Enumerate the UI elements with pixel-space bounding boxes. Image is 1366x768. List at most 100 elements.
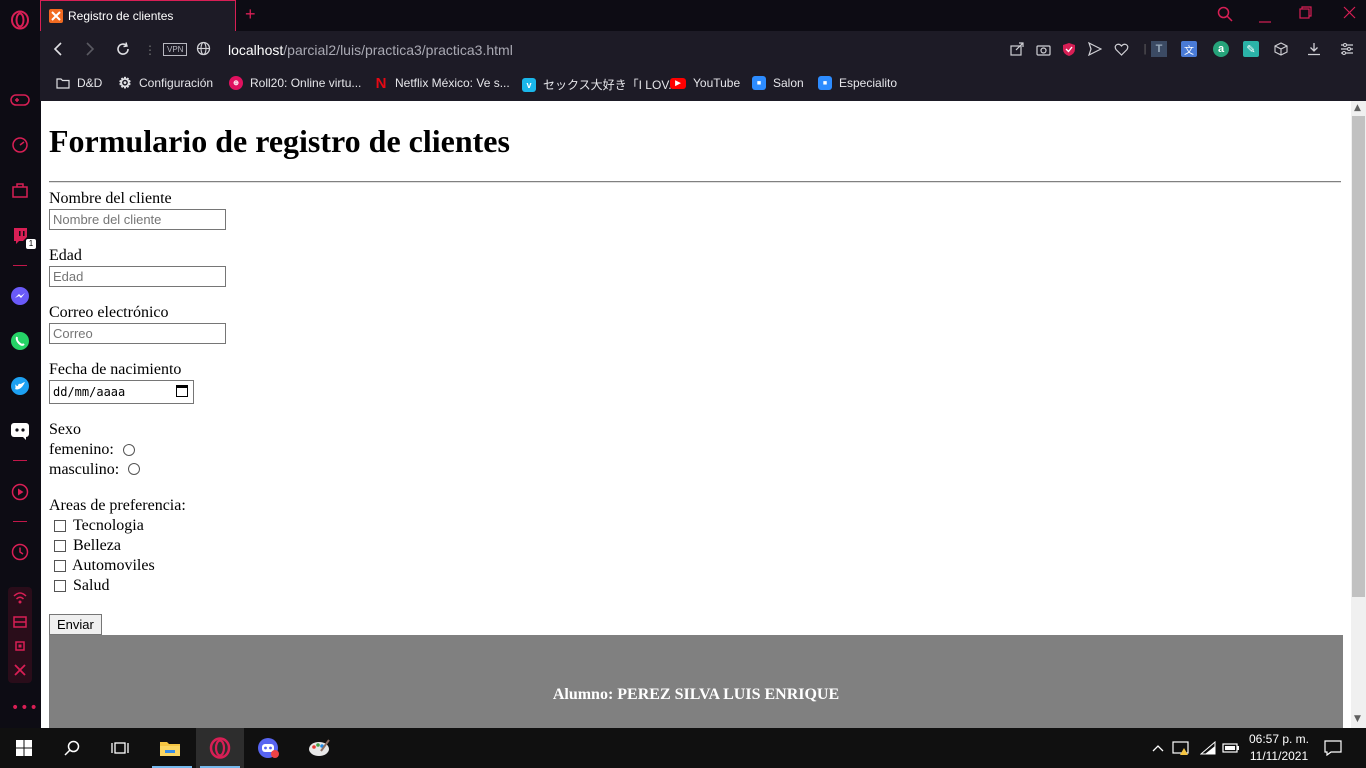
automoviles-checkbox[interactable]	[54, 560, 66, 572]
nombre-input[interactable]	[49, 209, 226, 230]
easy-setup-icon[interactable]	[1339, 41, 1355, 57]
tab-registro[interactable]: Registro de clientes	[40, 0, 236, 31]
back-icon[interactable]	[52, 41, 64, 61]
femenino-radio[interactable]	[123, 444, 135, 456]
shop-icon[interactable]	[10, 180, 30, 200]
snapshot-camera-icon[interactable]	[1035, 41, 1051, 57]
more-icon[interactable]: •••	[11, 700, 39, 716]
scroll-up-icon[interactable]: ▲	[1354, 103, 1361, 113]
search-icon[interactable]	[60, 736, 84, 760]
bookmark-dnd[interactable]: D&D	[56, 76, 102, 90]
fecha-label: Fecha de nacimiento	[49, 361, 182, 378]
sidebar-separator	[13, 265, 27, 266]
discord-icon[interactable]	[10, 421, 30, 441]
opera-logo-icon[interactable]	[10, 10, 30, 30]
notifications-icon[interactable]	[1321, 736, 1345, 760]
file-explorer-icon[interactable]	[158, 736, 182, 760]
bookmark-netflix[interactable]: N Netflix México: Ve s...	[374, 75, 510, 92]
bookmark-label: YouTube	[693, 76, 741, 90]
gx-control-group	[8, 587, 32, 683]
url-field[interactable]: localhost/parcial2/luis/practica3/practi…	[228, 42, 513, 58]
reload-icon[interactable]	[115, 41, 131, 61]
url-host: localhost	[228, 42, 284, 58]
calendar-icon[interactable]	[176, 385, 188, 397]
vpn-badge[interactable]: VPN	[163, 43, 188, 56]
edad-label: Edad	[49, 247, 82, 264]
paint-icon[interactable]	[307, 736, 331, 760]
femenino-label: femenino:	[49, 441, 114, 458]
fecha-input[interactable]: dd/mm/aaaa	[49, 380, 194, 404]
salud-checkbox[interactable]	[54, 580, 66, 592]
edad-input[interactable]	[49, 266, 226, 287]
messenger-icon[interactable]	[10, 286, 30, 306]
areas-label: Areas de preferencia:	[49, 497, 186, 514]
extension-pen-icon[interactable]: ✎	[1243, 41, 1259, 57]
download-icon[interactable]	[1306, 41, 1322, 57]
translate-icon[interactable]: 文	[1181, 41, 1197, 57]
player-icon[interactable]	[10, 482, 30, 502]
clock-date: 11/11/2021	[1249, 749, 1309, 763]
share-icon[interactable]	[1009, 41, 1025, 57]
bookmark-roll20[interactable]: ⊕ Roll20: Online virtu...	[229, 76, 361, 90]
page-footer: Alumno: PEREZ SILVA LUIS ENRIQUE	[49, 635, 1343, 728]
wifi-icon[interactable]	[1196, 736, 1220, 760]
minimize-icon[interactable]	[1259, 10, 1271, 28]
globe-icon[interactable]	[196, 41, 211, 60]
scrollbar-thumb[interactable]	[1352, 116, 1365, 597]
extensions-cube-icon[interactable]	[1273, 41, 1289, 57]
windows-start-icon[interactable]	[12, 736, 36, 760]
correo-input[interactable]	[49, 323, 226, 344]
belleza-checkbox[interactable]	[54, 540, 66, 552]
automoviles-label: Automoviles	[72, 557, 155, 574]
chevron-up-icon[interactable]	[1146, 736, 1170, 760]
discord-taskbar-icon[interactable]	[257, 736, 281, 760]
speedometer-icon[interactable]	[10, 135, 30, 155]
new-tab-icon[interactable]: +	[245, 4, 256, 25]
network-limiter-icon[interactable]	[13, 590, 27, 609]
taskbar-clock[interactable]: 06:57 p. m. 11/11/2021	[1240, 731, 1318, 765]
task-view-icon[interactable]	[108, 736, 132, 760]
bookmark-label: D&D	[77, 76, 103, 90]
forward-icon[interactable]	[84, 41, 96, 61]
whatsapp-icon[interactable]	[10, 331, 30, 351]
gamepad-icon[interactable]	[10, 90, 30, 110]
page-viewport: Formulario de registro de clientes Nombr…	[41, 101, 1351, 728]
scroll-down-icon[interactable]: ▼	[1354, 714, 1361, 724]
bookmark-configuracion[interactable]: ⚙ Configuración	[118, 75, 214, 92]
send-icon[interactable]	[1087, 41, 1103, 57]
masculino-label: masculino:	[49, 461, 120, 478]
bookmark-vimeo[interactable]: v セックス大好き「I LOV...	[522, 76, 678, 93]
history-clock-icon[interactable]	[10, 542, 30, 562]
enviar-button[interactable]: Enviar	[49, 614, 102, 635]
sexo-label: Sexo	[49, 421, 81, 438]
folder-icon	[56, 76, 70, 90]
windows-taskbar: 06:57 p. m. 11/11/2021	[0, 728, 1366, 768]
page-scrollbar[interactable]: ▲ ▼	[1351, 101, 1366, 728]
correo-label: Correo electrónico	[49, 304, 169, 321]
tools-icon[interactable]	[13, 662, 27, 681]
extension-a-icon[interactable]: a	[1213, 41, 1229, 57]
search-icon[interactable]	[1217, 6, 1233, 27]
ram-limiter-icon[interactable]	[13, 614, 27, 633]
twitter-icon[interactable]	[10, 376, 30, 396]
bookmark-label: Configuración	[139, 76, 214, 90]
bookmarks-bar: D&D ⚙ Configuración ⊕ Roll20: Online vir…	[40, 69, 1366, 101]
tecnologia-checkbox[interactable]	[54, 520, 66, 532]
bookmark-youtube[interactable]: ▶ YouTube	[670, 76, 740, 90]
bookmark-especialito[interactable]: ■ Especialito	[818, 76, 897, 90]
cpu-limiter-icon[interactable]	[13, 638, 27, 657]
device-warning-icon[interactable]	[1170, 736, 1194, 760]
restore-icon[interactable]	[1299, 6, 1312, 24]
close-icon[interactable]	[1343, 6, 1356, 24]
fecha-value: dd/mm/aaaa	[53, 385, 126, 399]
opera-gx-icon[interactable]	[208, 736, 232, 760]
roll20-icon: ⊕	[229, 76, 243, 90]
url-path: /parcial2/luis/practica3/practica3.html	[283, 42, 513, 58]
masculino-radio[interactable]	[128, 463, 140, 475]
clock-time: 06:57 p. m.	[1248, 732, 1310, 746]
zoom-icon: ■	[818, 76, 832, 90]
heart-icon[interactable]	[1113, 41, 1129, 57]
bookmark-salon[interactable]: ■ Salon	[752, 76, 804, 90]
extension-t-icon[interactable]: T	[1151, 41, 1167, 57]
adblock-shield-icon[interactable]	[1061, 41, 1077, 57]
